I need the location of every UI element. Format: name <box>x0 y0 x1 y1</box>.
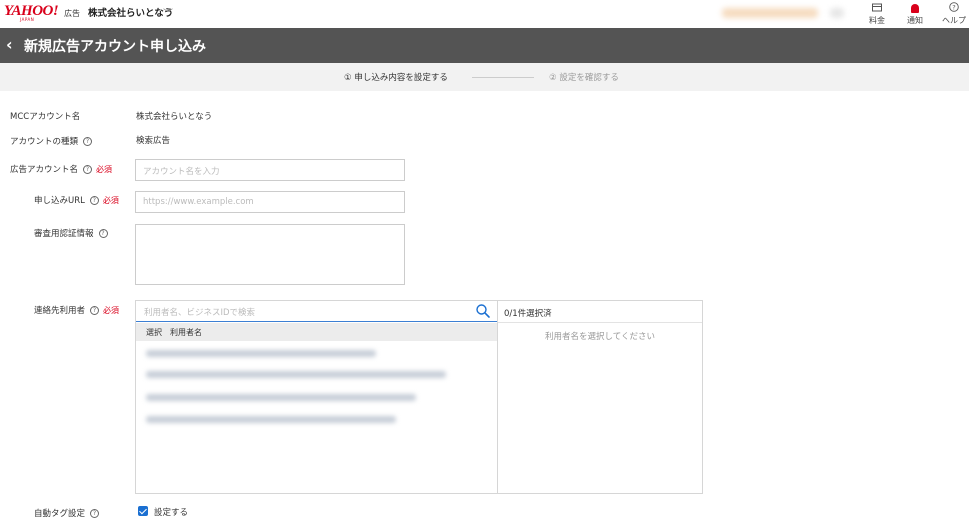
fee-label: 料金 <box>869 16 885 25</box>
company-selector[interactable]: 株式会社らいとなう <box>88 5 173 19</box>
logo-text: YAHOO! <box>4 3 59 19</box>
mcc-account-label: MCCアカウント名 <box>10 112 81 122</box>
blurred-header-content <box>722 8 818 18</box>
step-divider <box>472 77 534 78</box>
fee-button[interactable]: 料金 <box>862 2 892 26</box>
help-button[interactable]: ? ヘルプ <box>939 2 969 26</box>
account-type-value: 検索広告 <box>136 136 171 146</box>
ad-account-name-input[interactable]: アカウント名を入力 <box>135 159 405 181</box>
step-1-current: ① 申し込み内容を設定する <box>344 73 448 83</box>
help-icon: ? <box>939 2 969 14</box>
title-bar: ‹ 新規広告アカウント申し込み <box>0 28 969 63</box>
page-title: 新規広告アカウント申し込み <box>24 39 206 55</box>
empty-selection-message: 利用者名を選択してください <box>545 332 655 342</box>
user-search-input[interactable]: 利用者名、ビジネスIDで検索 <box>136 301 497 322</box>
col-user-name: 利用者名 <box>170 328 202 337</box>
user-list-panel: 利用者名、ビジネスIDで検索 選択 利用者名 <box>135 300 498 494</box>
help-icon[interactable]: ? <box>83 137 93 146</box>
application-url-label-text: 申し込みURL <box>34 196 85 206</box>
help-icon[interactable]: ? <box>89 196 99 205</box>
progress-stepper: ① 申し込み内容を設定する ② 設定を確認する <box>0 63 969 91</box>
auto-tag-label: 自動タグ設定? <box>34 507 100 519</box>
svg-text:?: ? <box>952 3 955 11</box>
panel-divider <box>498 322 702 323</box>
contact-user-label: 連絡先利用者? 必須 <box>34 304 119 316</box>
top-header: YAHOO! JAPAN 広告 株式会社らいとなう ﹀ 料金 通知 ? ヘルプ <box>0 0 969 28</box>
auto-tag-label-text: 自動タグ設定 <box>34 509 86 519</box>
chevron-left-icon[interactable]: ‹ <box>6 35 13 54</box>
help-icon[interactable]: ? <box>90 509 100 518</box>
search-icon[interactable] <box>475 303 491 319</box>
auto-tag-option-label[interactable]: 設定する <box>154 506 188 518</box>
blurred-user-row[interactable] <box>146 416 396 423</box>
ad-account-name-label-text: 広告アカウント名 <box>10 165 79 175</box>
required-badge: 必須 <box>96 165 113 174</box>
account-type-label: アカウントの種類? <box>10 135 93 147</box>
help-icon[interactable]: ? <box>83 165 93 174</box>
blurred-user-row[interactable] <box>146 350 376 357</box>
logo-ad-label: 広告 <box>64 9 80 18</box>
notification-button[interactable]: 通知 <box>900 2 930 26</box>
blurred-user-row[interactable] <box>146 394 416 401</box>
ad-account-name-label: 広告アカウント名? 必須 <box>10 163 112 175</box>
user-search-placeholder: 利用者名、ビジネスIDで検索 <box>144 308 256 318</box>
account-type-label-text: アカウントの種類 <box>10 137 79 147</box>
wallet-icon <box>862 2 892 14</box>
bell-icon <box>900 2 930 14</box>
blurred-user-row[interactable] <box>146 371 446 378</box>
review-auth-label-text: 審査用認証情報 <box>34 229 94 239</box>
review-auth-textarea[interactable] <box>135 224 405 285</box>
user-list-header: 選択 利用者名 <box>136 323 497 341</box>
help-icon[interactable]: ? <box>98 229 108 238</box>
step-2: ② 設定を確認する <box>549 73 619 83</box>
review-auth-label: 審査用認証情報? <box>34 227 108 239</box>
auto-tag-checkbox[interactable] <box>138 506 148 516</box>
selected-users-panel: 0/1件選択済 利用者名を選択してください <box>497 300 703 494</box>
mcc-account-value: 株式会社らいとなう <box>136 112 213 122</box>
required-badge: 必須 <box>103 306 120 315</box>
contact-user-label-text: 連絡先利用者 <box>34 306 86 316</box>
application-url-input[interactable]: https://www.example.com <box>135 191 405 213</box>
application-url-label: 申し込みURL? 必須 <box>34 194 119 206</box>
help-label: ヘルプ <box>942 16 966 25</box>
required-badge: 必須 <box>102 196 119 205</box>
notification-label: 通知 <box>907 16 923 25</box>
blurred-header-content <box>830 8 844 18</box>
chevron-down-icon[interactable]: ﹀ <box>163 5 173 20</box>
col-select: 選択 <box>146 328 162 337</box>
selected-count: 0/1件選択済 <box>504 309 552 319</box>
logo-sub: JAPAN <box>20 17 35 22</box>
help-icon[interactable]: ? <box>90 306 100 315</box>
